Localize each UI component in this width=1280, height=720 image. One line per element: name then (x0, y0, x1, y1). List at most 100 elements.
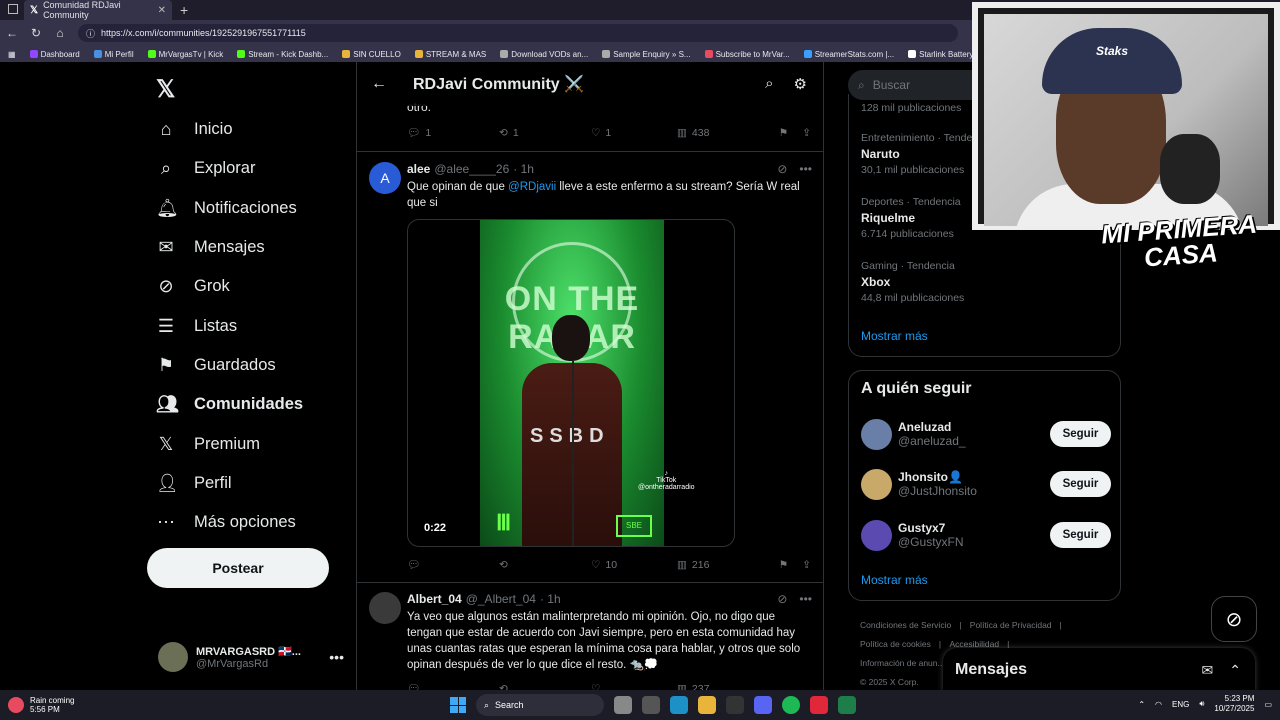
language-indicator[interactable]: ENG (1172, 700, 1189, 709)
retweet-button[interactable]: ⟲ (499, 683, 591, 691)
spotify-icon[interactable] (782, 696, 800, 714)
footer-link[interactable]: Información de anun... (860, 658, 945, 668)
messages-drawer[interactable]: Mensajes ✉ ⌃ (943, 648, 1255, 692)
wifi-icon[interactable]: ◠ (1155, 700, 1162, 709)
more-horizontal-icon[interactable]: ••• (799, 592, 812, 606)
like-button[interactable]: ♡ 10 (591, 559, 677, 571)
account-switcher[interactable]: MRVARGASRD 🇩🇴... @MrVargasRd ••• (158, 640, 344, 674)
suggested-user[interactable]: Aneluzad @aneluzad_ Seguir (861, 416, 1111, 452)
bookmark-item[interactable]: Sample Enquiry » S... (602, 50, 691, 59)
footer-link[interactable]: Política de cookies (860, 639, 931, 649)
reply-button[interactable]: 💬︎ 1 (407, 126, 499, 140)
chatgpt-icon[interactable] (726, 696, 744, 714)
bookmark-item[interactable]: Subscribe to MrVar... (704, 50, 790, 59)
excel-icon[interactable] (838, 696, 856, 714)
nav-item-mensajes[interactable]: ✉ Mensajes (156, 228, 303, 267)
close-tab-icon[interactable]: ✕ (158, 5, 166, 16)
follow-button[interactable]: Seguir (1050, 421, 1111, 447)
settings-icon[interactable]: ⚙ (794, 75, 807, 93)
bookmark-item[interactable]: Stream - Kick Dashb... (237, 50, 328, 59)
like-button[interactable]: ♡ (591, 683, 677, 691)
bookmark-item[interactable]: SIN CUELLO (342, 50, 401, 59)
nav-item-premium[interactable]: 𝕏 Premium (156, 424, 303, 463)
site-info-icon[interactable]: ⓘ (86, 27, 95, 40)
mention-link[interactable]: @RDjavii (508, 181, 556, 193)
grok-button[interactable]: ⊘ (1211, 596, 1257, 642)
share-icon[interactable]: ⇪ (802, 127, 811, 139)
clock[interactable]: 5:23 PM 10/27/2025 (1214, 694, 1254, 714)
bookmark-item[interactable]: Mi Perfil (93, 50, 134, 59)
show-more-link[interactable]: Mostrar más (861, 329, 928, 343)
bookmark-item[interactable]: StreamerStats.com |... (803, 50, 894, 59)
bookmark-icon[interactable]: ⚑ (779, 127, 788, 139)
nav-item-inicio[interactable]: ⌂ Inicio (156, 110, 303, 149)
reload-icon[interactable]: ↻ (30, 26, 42, 40)
bookmark-item[interactable]: Download VODs an... (500, 50, 588, 59)
footer-link[interactable]: Política de Privacidad (970, 620, 1052, 630)
post-button[interactable]: Postear (147, 548, 329, 588)
windows-start-icon[interactable] (450, 697, 466, 713)
notification-icon[interactable]: ▭ (1264, 700, 1272, 709)
new-message-icon[interactable]: ✉ (1202, 662, 1214, 679)
author-handle[interactable]: @alee____26 (434, 162, 509, 176)
nav-item-comunidades[interactable]: 👥︎ Comunidades (156, 385, 303, 424)
suggested-user[interactable]: Jhonsito👤 @JustJhonsito Seguir (861, 466, 1111, 502)
reply-button[interactable]: 💬︎ (407, 682, 499, 690)
browser-tab[interactable]: 𝕏 Comunidad RDJavi Community ✕ (24, 0, 172, 20)
suggested-user[interactable]: Gustyx7 @GustyxFN Seguir (861, 517, 1111, 553)
expand-up-icon[interactable]: ⌃ (1229, 662, 1241, 679)
nav-item-explorar[interactable]: ⌕ Explorar (156, 149, 303, 188)
views-button[interactable]: ▥ 216 (677, 559, 773, 571)
edge-icon[interactable] (670, 696, 688, 714)
follow-button[interactable]: Seguir (1050, 471, 1111, 497)
task-view-icon[interactable] (642, 696, 660, 714)
views-button[interactable]: ▥ 237 (677, 683, 773, 691)
taskbar-search[interactable]: ⌕ Search (476, 694, 604, 716)
file-explorer-icon[interactable] (698, 696, 716, 714)
new-tab-icon[interactable]: + (180, 2, 188, 18)
home-icon[interactable]: ⌂ (54, 26, 66, 40)
apps-grid-icon[interactable]: ▦ (8, 50, 16, 59)
footer-link[interactable]: Condiciones de Servicio (860, 620, 951, 630)
video-player[interactable]: ON THE RADAR SSBD ♪TikTok@ontheradarradi… (407, 219, 735, 547)
discord-icon[interactable] (754, 696, 772, 714)
author-handle[interactable]: @_Albert_04 (466, 592, 536, 606)
retweet-button[interactable]: ⟲ (499, 559, 591, 571)
show-more-link[interactable]: Mostrar más (861, 573, 928, 587)
more-horizontal-icon[interactable]: ••• (799, 162, 812, 176)
back-arrow-icon[interactable]: ← (371, 75, 387, 93)
nav-item-listas[interactable]: ☰ Listas (156, 306, 303, 345)
avatar[interactable] (861, 468, 892, 500)
chevron-up-icon[interactable]: ⌃ (1138, 700, 1145, 709)
follow-button[interactable]: Seguir (1050, 522, 1111, 548)
url-field[interactable]: ⓘ https://x.com/i/communities/1925291967… (78, 24, 958, 42)
more-horizontal-icon[interactable]: ••• (329, 649, 344, 665)
author-name[interactable]: Albert_04 (407, 592, 462, 606)
views-button[interactable]: ▥ 438 (677, 127, 773, 139)
trend-item[interactable]: Deportes · Tendencia Riquelme 6.714 public… (861, 196, 961, 240)
like-button[interactable]: ♡ 1 (591, 127, 677, 139)
opera-icon[interactable] (810, 696, 828, 714)
search-icon[interactable]: ⌕ (765, 75, 773, 93)
grok-icon[interactable]: ⊘ (777, 592, 787, 606)
weather-widget[interactable]: Rain coming 5:56 PM (8, 696, 74, 714)
avatar[interactable] (861, 418, 892, 450)
nav-item-mas-opciones[interactable]: ⋯ Más opciones (156, 503, 303, 542)
trend-item[interactable]: Gaming · Tendencia Xbox 44,8 mil publicaci… (861, 260, 964, 304)
nav-item-guardados[interactable]: ⚑ Guardados (156, 346, 303, 385)
back-icon[interactable]: ← (6, 26, 18, 40)
bookmark-icon[interactable]: ⚑ (779, 559, 788, 571)
avatar[interactable]: A (369, 162, 401, 194)
bookmark-item[interactable]: STREAM & MAS (414, 50, 486, 59)
avatar[interactable] (861, 519, 892, 551)
tweet-time[interactable]: · 1h (540, 592, 561, 606)
x-logo-icon[interactable]: 𝕏 (156, 75, 175, 104)
tweet-time[interactable]: · 1h (513, 162, 534, 176)
bookmark-item[interactable]: MrVargasTv | Kick (147, 50, 223, 59)
nav-item-grok[interactable]: ⊘ Grok (156, 267, 303, 306)
volume-icon[interactable]: 🔊︎ (1199, 699, 1204, 709)
avatar[interactable] (369, 592, 401, 624)
author-name[interactable]: alee (407, 162, 430, 176)
share-icon[interactable]: ⇪ (802, 559, 811, 571)
nav-item-notificaciones[interactable]: 🔔︎ Notificaciones (156, 189, 303, 228)
